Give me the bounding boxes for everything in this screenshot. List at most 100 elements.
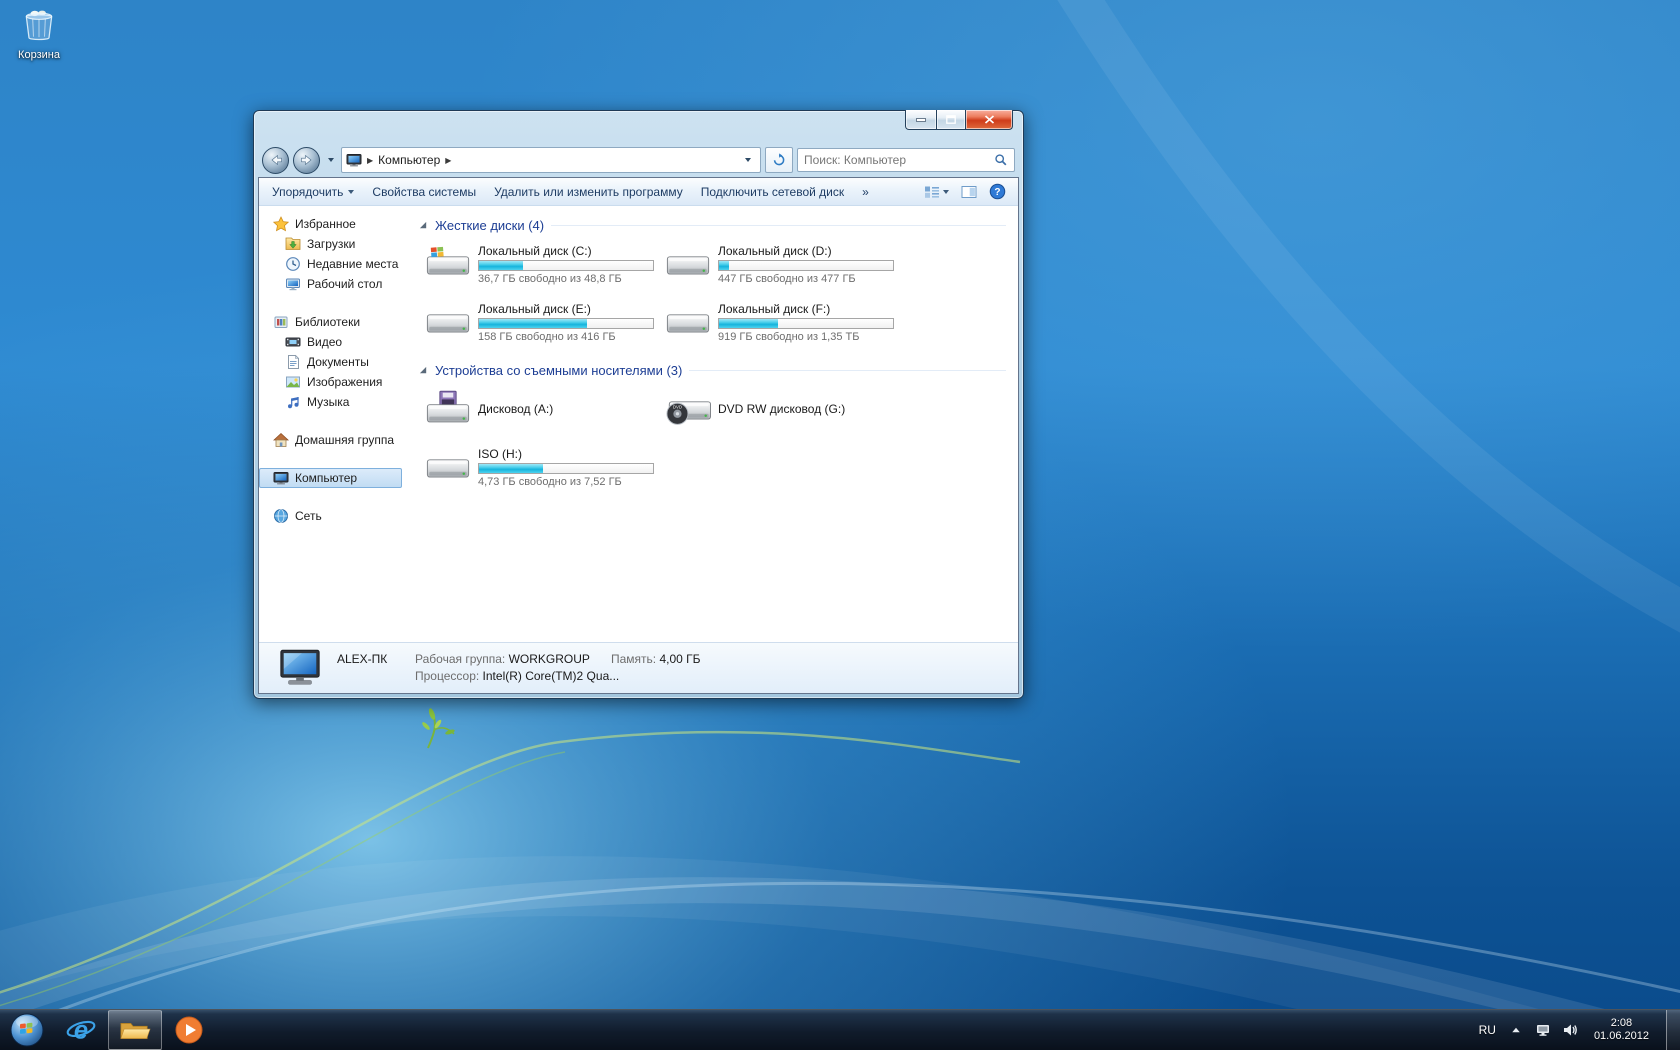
drive-h[interactable]: ISO (H:) 4,73 ГБ свободно из 7,52 ГБ [425,440,665,494]
organize-button[interactable]: Упорядочить [263,178,363,205]
sidebar-item-pictures[interactable]: Изображения [259,372,405,392]
sidebar-item-network[interactable]: Сеть [259,506,405,526]
hard-drive-icon [665,303,711,341]
drive-a[interactable]: Дисковод (A:) [425,382,665,436]
system-properties-label: Свойства системы [372,185,476,199]
collapse-icon[interactable] [419,221,428,230]
taskbar-app-explorer[interactable] [108,1010,162,1050]
sidebar-label-downloads: Загрузки [307,237,355,251]
folder-view: Жесткие диски (4) Локальный диск (C:) 36… [405,206,1018,642]
group-title: Жесткие диски (4) [435,218,544,233]
back-arrow-icon [268,152,284,168]
sidebar-item-video[interactable]: Видео [259,332,405,352]
sidebar-item-libraries[interactable]: Библиотеки [259,312,405,332]
close-button[interactable] [966,110,1013,130]
removable-grid: Дисковод (A:) DVD RW дисковод (G:) ISO (… [425,382,1006,494]
drive-c[interactable]: Локальный диск (C:) 36,7 ГБ свободно из … [425,237,665,291]
help-icon: ? [989,183,1006,200]
group-header-removable[interactable]: Устройства со съемными носителями (3) [419,363,1006,378]
back-button[interactable] [262,147,289,174]
chevron-down-icon [943,190,949,194]
breadcrumb-separator[interactable]: ▶ [367,156,373,165]
sidebar-item-favorites[interactable]: Избранное [259,214,405,234]
recycle-bin[interactable]: Корзина [8,6,70,61]
drive-e[interactable]: Локальный диск (E:) 158 ГБ свободно из 4… [425,295,665,349]
navigation-pane: Избранное Загрузки Недавние места Рабочи… [259,206,405,642]
map-network-drive-button[interactable]: Подключить сетевой диск [692,178,853,205]
uninstall-program-button[interactable]: Удалить или изменить программу [485,178,692,205]
start-button[interactable] [0,1010,54,1050]
capacity-bar [478,318,654,329]
start-orb-icon [9,1012,45,1048]
maximize-button[interactable] [937,110,966,130]
drive-f[interactable]: Локальный диск (F:) 919 ГБ свободно из 1… [665,295,905,349]
hard-drive-icon [425,303,471,341]
help-button[interactable]: ? [985,181,1010,202]
hard-drive-windows-icon [425,245,471,283]
address-bar[interactable]: ▶ Компьютер ▶ [341,147,761,173]
computer-name: ALEX-ПК [337,651,415,668]
sidebar-item-music[interactable]: Музыка [259,392,405,412]
sidebar-item-desktop[interactable]: Рабочий стол [259,274,405,294]
taskbar-app-media-player[interactable] [162,1010,216,1050]
capacity-bar-fill [719,261,729,270]
drive-d[interactable]: Локальный диск (D:) 447 ГБ свободно из 4… [665,237,905,291]
taskbar-app-internet-explorer[interactable]: e [54,1010,108,1050]
sidebar-label-libraries: Библиотеки [295,315,360,329]
uninstall-program-label: Удалить или изменить программу [494,185,683,199]
volume-tray-icon[interactable] [1561,1018,1579,1042]
search-box[interactable]: Поиск: Компьютер [797,148,1015,172]
capacity-bar [478,260,654,271]
recent-places-icon [285,256,301,272]
toolbar-overflow-button[interactable]: » [853,178,878,205]
clock-time: 2:08 [1594,1017,1649,1030]
explorer-folder-icon [119,1016,151,1044]
toolbar-right-group: ? [920,181,1014,202]
libraries-icon [273,314,289,330]
drive-g[interactable]: DVD RW дисковод (G:) [665,382,905,436]
group-header-hard-disks[interactable]: Жесткие диски (4) [419,218,1006,233]
sidebar-label-computer: Компьютер [295,471,357,485]
recycle-bin-icon [20,6,58,42]
sidebar-item-recent-places[interactable]: Недавние места [259,254,405,274]
hard-disks-grid: Локальный диск (C:) 36,7 ГБ свободно из … [425,237,1006,349]
breadcrumb-computer[interactable]: Компьютер [378,153,440,167]
processor-label: Процессор: [415,669,479,683]
address-dropdown-button[interactable] [740,158,756,162]
capacity-bar [478,463,654,474]
taskbar: e RU [0,1009,1680,1050]
drive-name: Локальный диск (F:) [718,302,894,316]
preview-pane-button[interactable] [957,182,981,202]
sidebar-label-desktop: Рабочий стол [307,277,382,291]
recent-pages-dropdown[interactable] [324,148,337,173]
network-tray-icon[interactable] [1534,1018,1552,1042]
collapse-icon[interactable] [419,366,428,375]
show-desktop-button[interactable] [1666,1010,1680,1050]
system-tray: RU 2:08 01.06.2012 [1477,1010,1680,1050]
language-indicator[interactable]: RU [1477,1023,1498,1037]
change-view-button[interactable] [920,182,953,202]
system-properties-button[interactable]: Свойства системы [363,178,485,205]
minimize-button[interactable] [905,110,937,130]
star-icon [273,216,289,232]
downloads-icon [285,236,301,252]
taskbar-clock[interactable]: 2:08 01.06.2012 [1588,1017,1655,1043]
capacity-bar-fill [479,319,587,328]
sidebar-item-computer[interactable]: Компьютер [259,468,402,488]
minimize-icon [916,118,926,122]
sidebar-item-documents[interactable]: Документы [259,352,405,372]
sidebar-item-homegroup[interactable]: Домашняя группа [259,430,405,450]
views-icon [924,184,940,200]
search-icon[interactable] [994,153,1008,167]
network-icon [1535,1022,1551,1038]
show-hidden-icons-button[interactable] [1507,1018,1525,1042]
group-title: Устройства со съемными носителями (3) [435,363,682,378]
sidebar-item-downloads[interactable]: Загрузки [259,234,405,254]
forward-button[interactable] [293,147,320,174]
refresh-button[interactable] [765,147,793,173]
sidebar-label-pictures: Изображения [307,375,382,389]
sidebar-label-recent-places: Недавние места [307,257,398,271]
command-bar: Упорядочить Свойства системы Удалить или… [259,178,1018,206]
breadcrumb-separator[interactable]: ▶ [445,156,451,165]
drive-name: DVD RW дисковод (G:) [718,402,845,416]
